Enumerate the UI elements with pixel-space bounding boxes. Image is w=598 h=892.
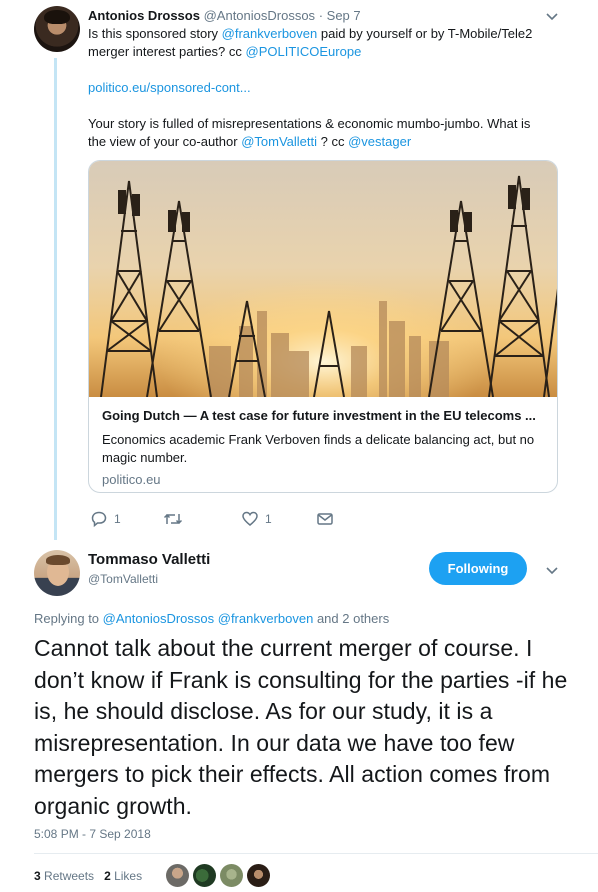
text-segment: Your story is fulled of misrepresentatio… [88, 116, 531, 131]
chevron-down-icon[interactable] [544, 8, 560, 24]
like-action[interactable]: 1 [241, 510, 272, 528]
liker-avatar[interactable] [220, 864, 243, 887]
mention-antoniosdrossos[interactable]: @AntoniosDrossos [103, 611, 214, 626]
retweets-count: 3 [34, 869, 41, 883]
tweet1-header: Antonios Drossos @AntoniosDrossos · Sep … [88, 8, 361, 23]
reply-action[interactable]: 1 [90, 510, 121, 528]
card-body: Going Dutch — A test case for future inv… [102, 405, 547, 487]
card-description: Economics academic Frank Verboven finds … [102, 432, 535, 465]
retweet-icon [163, 510, 183, 528]
avatar-tommaso-valletti[interactable] [34, 550, 80, 596]
liker-avatar[interactable] [247, 864, 270, 887]
replying-to: Replying to @AntoniosDrossos @frankverbo… [34, 611, 389, 626]
retweet-action[interactable] [163, 510, 189, 528]
separator-dot: · [318, 8, 324, 23]
tweet1-link[interactable]: politico.eu/sponsored-cont... [88, 80, 251, 95]
direct-message-icon [316, 510, 334, 528]
tweet2-author-name[interactable]: Tommaso Valletti [88, 551, 210, 568]
text-segment: paid by yourself or by T-Mobile/Tele2 [317, 26, 533, 41]
mention-tomvalletti[interactable]: @TomValletti [241, 134, 317, 149]
divider [34, 853, 598, 854]
link-preview-card[interactable]: Going Dutch — A test case for future inv… [88, 160, 558, 493]
like-count: 1 [265, 512, 272, 526]
replying-suffix[interactable]: and 2 others [313, 611, 389, 626]
reply-icon [90, 510, 108, 528]
tweet1-author-handle[interactable]: @AntoniosDrossos [204, 8, 315, 23]
direct-message-action[interactable] [316, 510, 334, 528]
retweets-label: Retweets [44, 869, 95, 883]
card-image [89, 161, 557, 397]
likes-label: Likes [114, 869, 143, 883]
tweet2-text: Cannot talk about the current merger of … [34, 635, 568, 819]
mention-frankverboven[interactable]: @frankverboven [222, 26, 318, 41]
reply-count: 1 [114, 512, 121, 526]
text-segment: Is this sponsored story [88, 26, 222, 41]
avatar-antonios-drossos[interactable] [34, 6, 80, 52]
retweets-stat[interactable]: 3 Retweets [34, 869, 94, 883]
text-segment: merger interest parties? cc [88, 44, 246, 59]
chevron-down-icon[interactable] [544, 562, 560, 578]
tweet2-stats: 3 Retweets 2 Likes [34, 869, 142, 883]
card-domain: politico.eu [102, 472, 161, 487]
text-segment: ? cc [317, 134, 349, 149]
following-button[interactable]: Following [429, 552, 527, 585]
tweet2-timestamp[interactable]: 5:08 PM - 7 Sep 2018 [34, 827, 151, 841]
mention-vestager[interactable]: @vestager [348, 134, 411, 149]
mention-frankverboven[interactable]: @frankverboven [218, 611, 314, 626]
tweet1-date[interactable]: Sep 7 [327, 8, 361, 23]
likes-stat[interactable]: 2 Likes [104, 869, 142, 883]
heart-icon [241, 510, 259, 528]
tweet1-author-name[interactable]: Antonios Drossos [88, 8, 200, 23]
tweet1-text: Is this sponsored story @frankverboven p… [88, 25, 558, 151]
mention-politicoeurope[interactable]: @POLITICOEurope [246, 44, 362, 59]
likes-count: 2 [104, 869, 111, 883]
liker-avatar[interactable] [193, 864, 216, 887]
card-title: Going Dutch — A test case for future inv… [102, 408, 536, 423]
likers-avatars [166, 864, 270, 887]
liker-avatar[interactable] [166, 864, 189, 887]
text-segment: the view of your co-author [88, 134, 242, 149]
replying-prefix: Replying to [34, 611, 103, 626]
tweet2-author-handle[interactable]: @TomValletti [88, 572, 158, 586]
thread-connector-line [54, 58, 57, 540]
